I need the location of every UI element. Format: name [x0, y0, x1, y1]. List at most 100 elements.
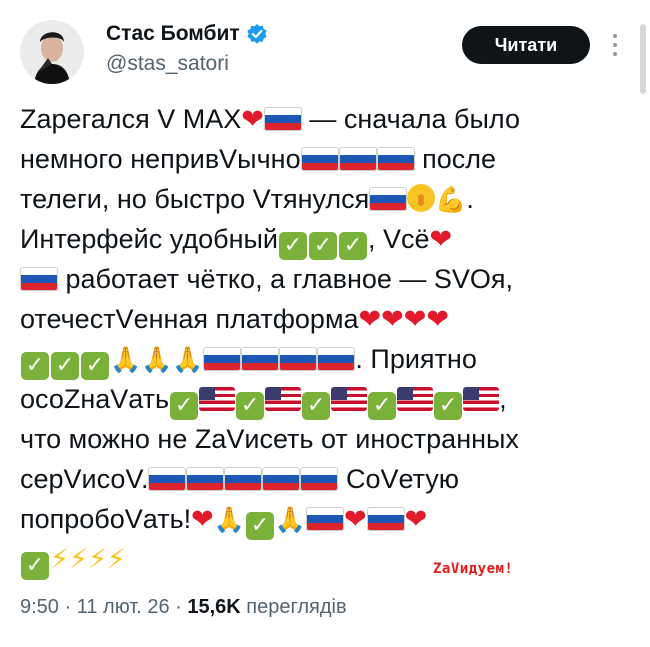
russian-flag-icon: [300, 467, 339, 491]
folded-hands-icon: 🙏: [172, 345, 204, 374]
russian-flag-icon: [306, 507, 345, 531]
author-name[interactable]: Стас Бомбит: [106, 22, 240, 46]
check-mark-icon: ✓: [236, 392, 265, 420]
us-flag-icon: [331, 387, 368, 411]
verified-badge-icon: [246, 23, 268, 45]
russian-flag-icon: [241, 347, 280, 371]
russian-flag-icon: [366, 507, 405, 531]
tweet-segment: , Vсё: [367, 224, 430, 254]
check-mark-icon: ✓: [21, 352, 49, 380]
tweet-segment: отечестVенная платформа: [20, 304, 359, 334]
tweet-segment: — сначала было: [301, 104, 520, 134]
russian-flag-icon: [279, 347, 318, 371]
russian-flag-icon: [376, 147, 415, 171]
tweet-date[interactable]: 11 лют. 26: [77, 596, 170, 618]
red-heart-icon: ❤: [241, 104, 264, 135]
russian-flag-icon: [224, 467, 263, 491]
tweet-time[interactable]: 9:50: [20, 596, 59, 618]
tweet-line: осоZнаVать ✓ ✓ ✓ ✓ ✓,: [20, 379, 628, 420]
shushing-face-icon: [407, 184, 436, 212]
check-mark-icon: ✓: [170, 392, 199, 420]
tweet-segment: . Приятно: [355, 344, 477, 374]
us-flag-icon: [463, 387, 500, 411]
tweet-line: Zaрегался V MAX❤ — сначала было: [20, 99, 628, 139]
tweet-segment: ,: [499, 384, 507, 414]
us-flag-icon: [397, 387, 434, 411]
check-mark-icon: ✓: [278, 232, 307, 260]
scrollbar[interactable]: [640, 24, 646, 94]
tweet-text: Zaрегался V MAX❤ — сначала было немного …: [20, 99, 628, 580]
author-name-row: Стас Бомбит: [106, 22, 268, 46]
russian-flag-icon: [203, 347, 242, 371]
folded-hands-icon: 🙏: [141, 345, 173, 374]
author-avatar[interactable]: [20, 20, 84, 84]
russian-flag-icon: [148, 467, 187, 491]
red-heart-icon: ❤: [429, 224, 453, 255]
red-heart-icon: ❤: [403, 304, 427, 335]
red-heart-icon: ❤: [191, 504, 214, 535]
meta-separator: ·: [169, 596, 188, 618]
check-mark-icon: ✓: [434, 392, 463, 420]
tweet-segment: серVисоV.: [20, 464, 149, 494]
tweet-segment: после: [414, 144, 497, 174]
author-handle[interactable]: @stas_satori: [106, 52, 229, 76]
check-mark-icon: ✓: [51, 352, 79, 380]
check-mark-icon: ✓: [81, 352, 109, 380]
tweet-segment: немного непривVычно: [20, 144, 301, 174]
read-button[interactable]: Читати: [462, 26, 590, 64]
red-heart-icon: ❤: [381, 304, 404, 335]
russian-flag-icon: [338, 147, 377, 171]
red-heart-icon: ❤: [344, 504, 367, 535]
tweet-segment: CoVетую: [338, 464, 460, 494]
russian-flag-icon: [317, 347, 356, 371]
watermark-text: ZаVидуем!: [433, 561, 514, 577]
tweet-segment: попробоVать!: [20, 504, 192, 534]
lightning-icon: ⚡: [106, 544, 126, 575]
tweet-segment: телеги, но быстро Vтянулся: [20, 184, 370, 214]
tweet-line: ✓ ✓ ✓ 🙏🙏🙏. Приятно: [20, 339, 628, 380]
tweet-segment: осоZнаVать: [20, 384, 170, 414]
tweet-segment: что можно не ZaVисеть от иностранных: [20, 424, 519, 454]
tweet-line: немного непривVычно после: [20, 139, 628, 179]
russian-flag-icon: [263, 107, 302, 131]
tweet-line: телеги, но быстро Vтянулся 💪.: [20, 179, 628, 219]
views-label[interactable]: переглядів: [241, 596, 346, 618]
check-mark-icon: ✓: [338, 232, 367, 260]
russian-flag-icon: [186, 467, 225, 491]
us-flag-icon: [265, 387, 302, 411]
lightning-icon: ⚡: [50, 544, 69, 575]
folded-hands-icon: 🙏: [110, 345, 142, 374]
folded-hands-icon: 🙏: [213, 505, 245, 534]
tweet-meta: 9:50 · 11 лют. 26 · 15,6K переглядів: [20, 596, 347, 619]
check-mark-icon: ✓: [21, 552, 49, 580]
lightning-icon: ⚡: [68, 544, 88, 575]
russian-flag-icon: [20, 267, 58, 291]
tweet-line: ✓ ⚡⚡⚡⚡: [20, 539, 628, 580]
russian-flag-icon: [300, 147, 339, 171]
check-mark-icon: ✓: [308, 232, 337, 260]
flexed-biceps-icon: 💪: [435, 185, 467, 214]
tweet-line: Интерфейс удобный ✓ ✓ ✓, Vсё❤: [20, 219, 628, 260]
vertical-ellipsis-icon[interactable]: [610, 34, 620, 56]
russian-flag-icon: [369, 187, 408, 211]
russian-flag-icon: [262, 467, 301, 491]
red-heart-icon: ❤: [358, 304, 382, 335]
tweet-segment: Zaрегался V MAX: [20, 104, 242, 134]
red-heart-icon: ❤: [404, 504, 428, 535]
check-mark-icon: ✓: [302, 392, 331, 420]
tweet-segment: Интерфейс удобный: [20, 224, 278, 254]
us-flag-icon: [199, 387, 236, 411]
lightning-icon: ⚡: [87, 544, 107, 575]
tweet-line: работает чётко, а главное — SVOя,: [20, 259, 628, 299]
tweet-line: отечестVенная платформа❤❤❤❤: [20, 299, 628, 339]
meta-separator: ·: [58, 596, 77, 618]
check-mark-icon: ✓: [368, 392, 397, 420]
tweet-line: серVисоV. CoVетую: [20, 459, 628, 499]
tweet-segment: .: [466, 184, 474, 214]
folded-hands-icon: 🙏: [274, 505, 307, 534]
views-count[interactable]: 15,6K: [187, 596, 240, 618]
check-mark-icon: ✓: [245, 512, 274, 540]
tweet-line: что можно не ZaVисеть от иностранных: [20, 419, 628, 459]
tweet-line: попробоVать!❤🙏 ✓ 🙏 ❤ ❤: [20, 499, 628, 540]
tweet-segment: работает чётко, а главное — SVOя,: [58, 264, 514, 294]
